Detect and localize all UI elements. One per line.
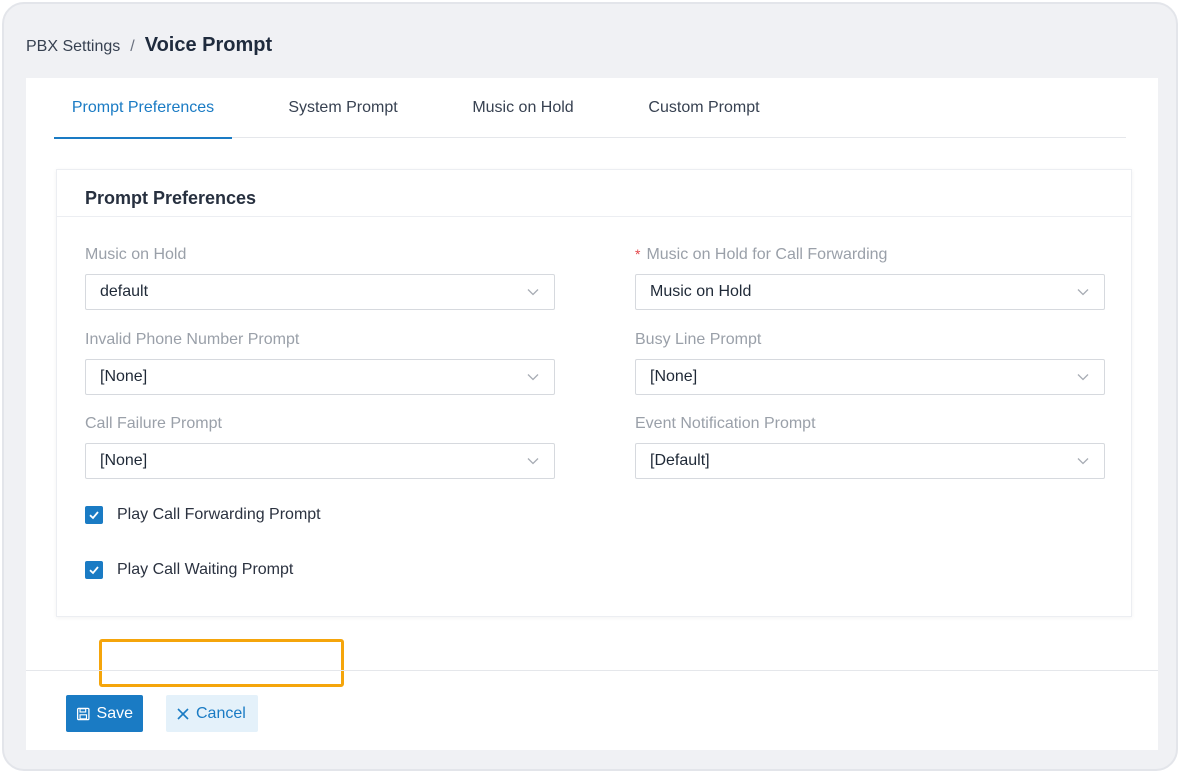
event-notification-label: Event Notification Prompt (635, 415, 816, 432)
prompt-preferences-card: Prompt Preferences Music on Hold default… (56, 169, 1132, 687)
cancel-button[interactable]: Cancel (166, 695, 258, 732)
invalid-phone-label: Invalid Phone Number Prompt (85, 331, 300, 348)
breadcrumb: PBX Settings / Voice Prompt (26, 34, 272, 57)
page-title: Voice Prompt (144, 34, 273, 56)
moh-call-forwarding-select[interactable]: Music on Hold (635, 274, 1105, 310)
event-notification-select[interactable]: [Default] (635, 443, 1105, 479)
busy-line-value: [None] (650, 368, 698, 385)
call-failure-value: [None] (100, 452, 148, 469)
chevron-down-icon (527, 289, 539, 296)
tab-music-on-hold[interactable]: Music on Hold (468, 78, 578, 138)
busy-line-select[interactable]: [None] (635, 359, 1105, 395)
busy-line-label: Busy Line Prompt (635, 331, 762, 348)
chevron-down-icon (1077, 458, 1089, 465)
call-failure-label: Call Failure Prompt (85, 415, 222, 432)
app-frame: PBX Settings / Voice Prompt Prompt Prefe… (2, 2, 1178, 771)
chevron-down-icon (1077, 374, 1089, 381)
form-footer: Save Cancel (26, 670, 1158, 750)
save-button[interactable]: Save (66, 695, 143, 732)
play-call-forwarding-label: Play Call Forwarding Prompt (117, 506, 321, 523)
chevron-down-icon (1077, 289, 1089, 296)
checkbox-checked[interactable] (85, 561, 103, 579)
music-on-hold-value: default (100, 283, 149, 300)
event-notification-value: [Default] (650, 452, 710, 469)
check-icon (89, 511, 99, 520)
chevron-down-icon (527, 374, 539, 381)
chevron-down-icon (527, 458, 539, 465)
save-label: Save (96, 704, 133, 722)
moh-call-forwarding-label: * Music on Hold for Call Forwarding (635, 246, 887, 264)
tab-system-prompt[interactable]: System Prompt (284, 78, 402, 138)
cancel-label: Cancel (196, 704, 246, 722)
music-on-hold-select[interactable]: default (85, 274, 555, 310)
invalid-phone-select[interactable]: [None] (85, 359, 555, 395)
tab-prompt-preferences[interactable]: Prompt Preferences (54, 78, 232, 139)
checkbox-checked[interactable] (85, 506, 103, 524)
moh-call-forwarding-label-text: Music on Hold for Call Forwarding (646, 246, 888, 263)
main-panel: Prompt Preferences System Prompt Music o… (26, 78, 1158, 750)
section-title: Prompt Preferences (57, 170, 1131, 217)
breadcrumb-separator: / (130, 38, 135, 55)
moh-call-forwarding-value: Music on Hold (650, 283, 752, 300)
floppy-disk-icon (76, 707, 90, 720)
invalid-phone-value: [None] (100, 368, 148, 385)
play-call-waiting-checkbox[interactable]: Play Call Waiting Prompt (85, 561, 293, 579)
call-failure-select[interactable]: [None] (85, 443, 555, 479)
breadcrumb-parent-link[interactable]: PBX Settings (26, 38, 120, 56)
required-asterisk: * (635, 246, 641, 262)
play-call-forwarding-checkbox[interactable]: Play Call Forwarding Prompt (85, 506, 321, 524)
check-icon (89, 566, 99, 575)
music-on-hold-label: Music on Hold (85, 246, 187, 263)
tab-custom-prompt[interactable]: Custom Prompt (646, 78, 762, 138)
tab-bar: Prompt Preferences System Prompt Music o… (54, 78, 1126, 139)
close-icon (177, 707, 189, 720)
play-call-waiting-label: Play Call Waiting Prompt (117, 561, 294, 578)
